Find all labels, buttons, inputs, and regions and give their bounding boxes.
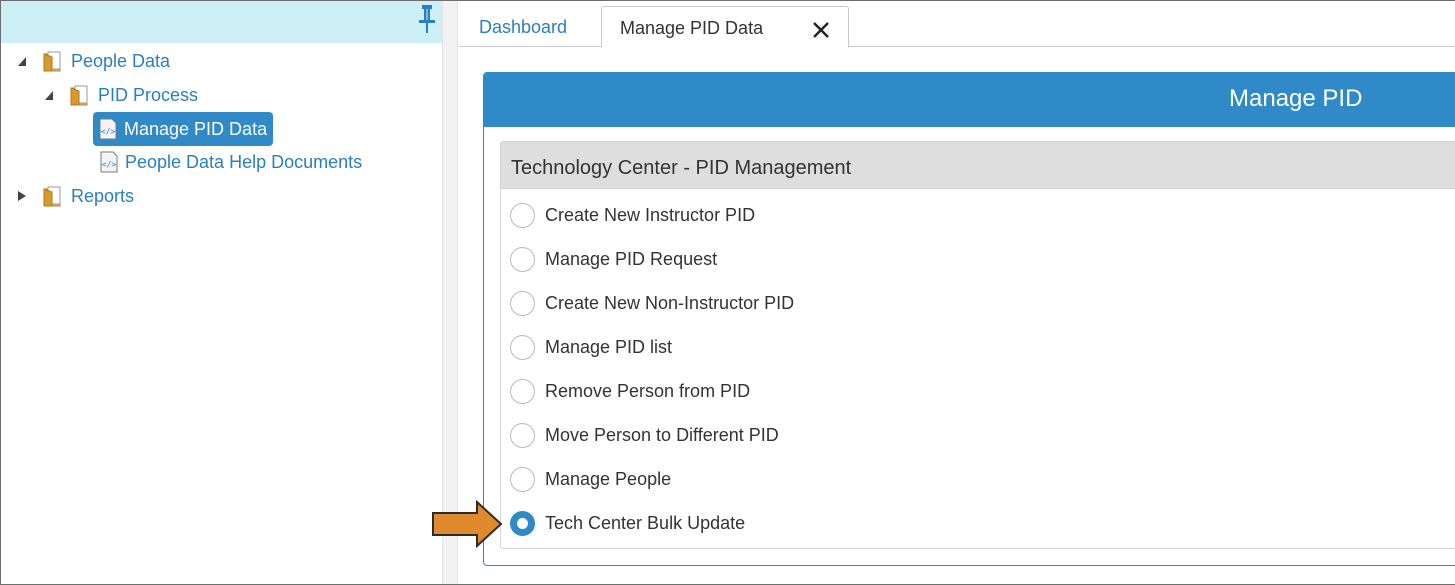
radio-button[interactable] [510, 422, 535, 448]
option-create-new-non-instructor-pid[interactable]: Create New Non-Instructor PID [510, 288, 794, 318]
option-remove-person-from-pid[interactable]: Remove Person from PID [510, 376, 750, 406]
tree-node-pid-process[interactable]: PID Process [44, 78, 198, 112]
selected-tree-item[interactable]: </> Manage PID Data [93, 112, 274, 146]
option-label: Manage PID Request [545, 248, 718, 269]
option-tech-center-bulk-update[interactable]: Tech Center Bulk Update [510, 508, 745, 538]
tree-node-reports[interactable]: Reports [17, 179, 134, 213]
pid-management-group: Technology Center - PID Management Creat… [500, 141, 1455, 549]
radio-button[interactable] [510, 334, 535, 360]
option-manage-pid-request[interactable]: Manage PID Request [510, 244, 717, 274]
option-manage-people[interactable]: Manage People [510, 464, 671, 494]
tab-manage-pid-data[interactable]: Manage PID Data [601, 6, 849, 48]
radio-button[interactable] [510, 202, 535, 228]
option-label: Create New Instructor PID [545, 204, 756, 225]
manage-pid-panel: Manage PID Technology Center - PID Manag… [483, 72, 1455, 566]
expand-arrow-icon[interactable] [17, 190, 27, 202]
option-label: Tech Center Bulk Update [545, 512, 746, 533]
tree-node-people-data[interactable]: People Data [17, 44, 170, 78]
svg-text:</>: </> [101, 127, 116, 136]
tab-strip: Dashboard Manage PID Data [459, 1, 1455, 48]
page-icon: </> [99, 118, 117, 140]
folder-icon [70, 85, 88, 106]
panel-header: Manage PID [484, 73, 1455, 127]
tree-node-label: PID Process [98, 84, 199, 105]
pin-icon[interactable] [417, 4, 437, 40]
radio-button[interactable] [510, 290, 535, 316]
tab-label: Manage PID Data [620, 18, 764, 38]
radio-button[interactable] [510, 466, 535, 492]
option-move-person-to-different-pid[interactable]: Move Person to Different PID [510, 420, 779, 450]
panel-title: Manage PID [1229, 85, 1363, 112]
tree-node-label: People Data Help Documents [125, 151, 363, 172]
option-label: Manage People [545, 468, 672, 489]
panel-splitter[interactable] [442, 1, 458, 584]
option-label: Remove Person from PID [545, 380, 751, 401]
navigation-tree: People Data PID Process </> Manage PID D… [1, 1, 442, 584]
collapse-arrow-icon[interactable] [17, 55, 27, 67]
collapse-arrow-icon[interactable] [44, 89, 54, 101]
tab-dashboard[interactable]: Dashboard [479, 17, 567, 38]
option-label: Move Person to Different PID [545, 424, 779, 445]
tree-node-label: Reports [71, 185, 135, 206]
tree-node-manage-pid-data[interactable]: </> Manage PID Data [93, 112, 274, 146]
option-label: Manage PID list [545, 336, 673, 357]
radio-button[interactable] [510, 378, 535, 404]
tree-node-help-documents[interactable]: </> People Data Help Documents [99, 145, 362, 179]
tree-node-label: People Data [71, 50, 171, 71]
pointer-arrow-icon [432, 500, 503, 548]
option-create-new-instructor-pid[interactable]: Create New Instructor PID [510, 200, 755, 230]
folder-icon [43, 51, 61, 72]
folder-icon [43, 186, 61, 207]
radio-button-selected[interactable] [510, 510, 535, 536]
tree-node-label: Manage PID Data [124, 118, 268, 139]
close-icon[interactable] [812, 21, 830, 39]
option-label: Create New Non-Instructor PID [545, 292, 795, 313]
tree-toolbar [1, 1, 442, 43]
group-header: Technology Center - PID Management [501, 142, 1455, 189]
page-icon: </> [100, 151, 118, 173]
option-manage-pid-list[interactable]: Manage PID list [510, 332, 672, 362]
radio-button[interactable] [510, 246, 535, 272]
group-title: Technology Center - PID Management [511, 157, 852, 179]
svg-text:</>: </> [102, 160, 117, 169]
